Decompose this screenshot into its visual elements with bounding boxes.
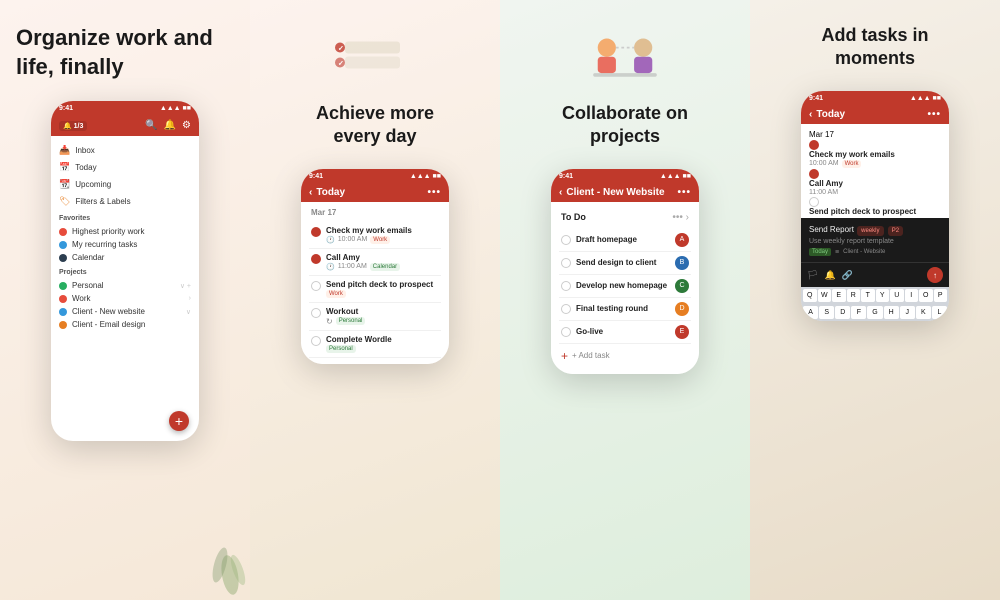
flag-icon: 🏳	[807, 270, 818, 281]
add-task-button[interactable]: + + Add task	[559, 344, 691, 368]
project-personal: Personal ∨ +	[59, 279, 191, 292]
plant-decoration	[200, 495, 250, 600]
app-toolbar-1: 🔔 1/3 🔍 🔔 ⚙	[51, 115, 199, 136]
project-client-email: Client - Email design	[59, 318, 191, 331]
task-2-1: Check my work emails 🕐 10:00 AM Work	[309, 222, 441, 249]
tag-priority: P2	[888, 226, 903, 236]
panel-organize: Organize work and life, finally 9:41 ▲▲▲…	[0, 0, 250, 600]
fab-button-1[interactable]: +	[169, 411, 189, 431]
tag-weekly: weekly	[857, 226, 883, 236]
task-input-area[interactable]: Send Report weekly P2 Use weekly report …	[801, 218, 949, 262]
keyboard: Q W E R T Y U I O P A S D F G H J K L	[801, 287, 949, 321]
toolbar-4: ‹ Today •••	[801, 105, 949, 124]
avatar-3: C	[675, 279, 689, 293]
input-toolbar: 🏳 🔔 🔗 ↑	[801, 262, 949, 287]
input-task-text: Send Report weekly P2	[809, 224, 941, 236]
fav-1: Highest priority work	[59, 225, 191, 238]
phone-3: 9:41 ▲▲▲ ■■ ‹ Client - New Website ••• T…	[551, 169, 699, 374]
task-2-2: Call Amy 🕐 11:00 AM Calendar	[309, 249, 441, 276]
phone-1-body: 📥 Inbox 📅 Today 📆 Upcoming 🏷 Filters & L…	[51, 136, 199, 337]
phone-4: 9:41 ▲▲▲ ■■ ‹ Today ••• Mar 17 Check my …	[801, 91, 949, 321]
task-2-5: Complete Wordle Personal	[309, 331, 441, 358]
input-meta-row: Today ≡ Client - Website	[809, 248, 941, 256]
status-bar-4: 9:41 ▲▲▲ ■■	[801, 91, 949, 105]
date-header-2: Mar 17	[309, 208, 441, 217]
collab-task-1: Draft homepage A	[559, 229, 691, 252]
phone-3-body: To Do ••• › Draft homepage A Send design…	[551, 202, 699, 374]
collab-task-3: Develop new homepage C	[559, 275, 691, 298]
phone-4-body: Mar 17 Check my work emails 10:00 AM Wor…	[801, 124, 949, 218]
phone4-task-2: Call Amy 11:00 AM	[809, 169, 941, 196]
collab-task-4: Final testing round D	[559, 298, 691, 321]
nav-today: 📅 Today	[59, 159, 191, 176]
phone4-task-3: Send pitch deck to prospect	[809, 197, 941, 216]
status-bar-3: 9:41 ▲▲▲ ■■	[551, 169, 699, 183]
task-2-3: Send pitch deck to prospect Work	[309, 276, 441, 303]
project-client-new: Client - New website ∨	[59, 305, 191, 318]
panel-3-headline: Collaborate on projects	[516, 102, 734, 149]
phone-1: 9:41 ▲▲▲ ■■ 🔔 1/3 🔍 🔔 ⚙ 📥 Inbox 📅	[51, 101, 199, 441]
date-header-4: Mar 17	[809, 130, 941, 139]
favorites-section: Favorites	[59, 215, 191, 222]
keyboard-row-1: Q W E R T Y U I O P	[801, 287, 949, 304]
nav-filters: 🏷 Filters & Labels	[59, 193, 191, 210]
illustration-2: ✓ ✓	[266, 24, 484, 94]
toolbar-2: ‹ Today •••	[301, 183, 449, 202]
input-subtitle: Use weekly report template	[809, 238, 941, 245]
phone4-task-1: Check my work emails 10:00 AM Work	[809, 140, 941, 168]
illustration-3	[516, 24, 734, 94]
phone-2: 9:41 ▲▲▲ ■■ ‹ Today ••• Mar 17 Check my …	[301, 169, 449, 364]
svg-text:✓: ✓	[338, 61, 344, 68]
status-bar-2: 9:41 ▲▲▲ ■■	[301, 169, 449, 183]
fav-2: My recurring tasks	[59, 238, 191, 251]
task-2-4: Workout ↻ Personal	[309, 303, 441, 331]
panel-2-headline: Achieve more every day	[266, 102, 484, 149]
avatar-2: B	[675, 256, 689, 270]
project-work: Work ›	[59, 292, 191, 305]
keyboard-row-2: A S D F G H J K L	[801, 304, 949, 321]
panel-achieve: ✓ ✓ Achieve more every day 9:41 ▲▲▲ ■■ ‹…	[250, 0, 500, 600]
projects-header: Projects	[59, 269, 191, 276]
phone-2-body: Mar 17 Check my work emails 🕐 10:00 AM W…	[301, 202, 449, 364]
send-button[interactable]: ↑	[927, 267, 943, 283]
todo-section-header: To Do ••• ›	[559, 208, 691, 227]
nav-upcoming: 📆 Upcoming	[59, 176, 191, 193]
panel-1-headline: Organize work and life, finally	[16, 24, 234, 81]
nav-inbox: 📥 Inbox	[59, 142, 191, 159]
collab-task-2: Send design to client B	[559, 252, 691, 275]
avatar-1: A	[675, 233, 689, 247]
panel-add-tasks: Add tasks in moments 9:41 ▲▲▲ ■■ ‹ Today…	[750, 0, 1000, 600]
avatar-5: E	[675, 325, 689, 339]
toolbar-3: ‹ Client - New Website •••	[551, 183, 699, 202]
panel-4-headline: Add tasks in moments	[766, 24, 984, 71]
status-bar-1: 9:41 ▲▲▲ ■■	[51, 101, 199, 115]
avatar-4: D	[675, 302, 689, 316]
fav-3: Calendar	[59, 251, 191, 264]
collab-task-5: Go-live E	[559, 321, 691, 344]
panel-collaborate: Collaborate on projects 9:41 ▲▲▲ ■■ ‹ Cl…	[500, 0, 750, 600]
svg-text:✓: ✓	[338, 46, 344, 53]
link-icon: 🔗	[842, 270, 853, 281]
bell-icon: 🔔	[824, 270, 835, 281]
